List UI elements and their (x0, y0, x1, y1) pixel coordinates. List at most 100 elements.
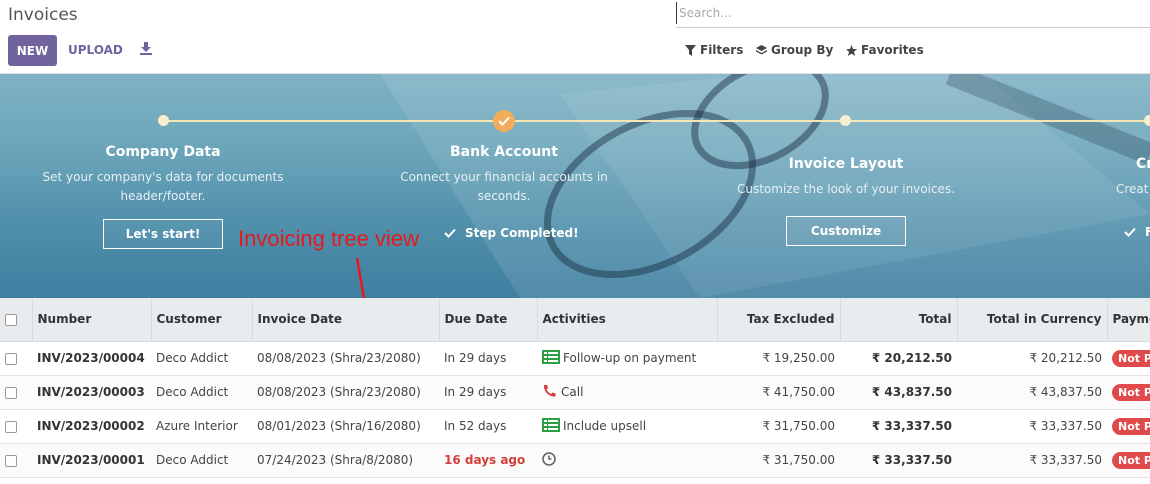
due-date: In 29 days (439, 375, 537, 410)
new-button[interactable]: NEW (8, 35, 57, 66)
tax-excluded-amount: ₹ 31,750.00 (717, 443, 840, 478)
payment-status-cell: Not Pa (1107, 443, 1150, 478)
due-date: 16 days ago (439, 443, 537, 478)
table-row[interactable]: INV/2023/00003 Deco Addict 08/08/2023 (Shr… (0, 375, 1150, 410)
upload-button[interactable]: UPLOAD (68, 43, 123, 57)
payment-status-cell: Not Pa (1107, 341, 1150, 376)
activity-cell[interactable] (537, 443, 717, 478)
layers-icon (756, 44, 767, 54)
payment-status-cell: Not Pa (1107, 375, 1150, 410)
step-completed-status: Step Completed! (444, 226, 579, 240)
step-title-bank-account: Bank Account (450, 144, 558, 160)
filters-label: Filters (700, 43, 744, 57)
invoice-date: 08/01/2023 (Shra/16/2080) (252, 409, 439, 444)
group-by-button[interactable]: Group By (756, 43, 833, 57)
row-checkbox-cell (0, 341, 32, 376)
step-dot-create (1144, 115, 1150, 126)
clock-icon[interactable] (542, 451, 558, 469)
payment-status-badge: Not Pa (1112, 383, 1150, 401)
filters-button[interactable]: Filters (685, 43, 743, 57)
tax-excluded-amount: ₹ 41,750.00 (717, 375, 840, 410)
star-icon (846, 44, 857, 56)
due-date: In 29 days (439, 341, 537, 376)
invoice-date: 08/08/2023 (Shra/23/2080) (252, 341, 439, 376)
row-checkbox[interactable] (5, 386, 17, 399)
step-create-status: F (1124, 225, 1150, 239)
customize-button[interactable]: Customize (786, 216, 906, 246)
payment-status-cell: Not Pa (1107, 409, 1150, 444)
step-title-invoice-layout: Invoice Layout (788, 156, 904, 172)
total-amount: ₹ 33,337.50 (840, 443, 957, 478)
row-checkbox[interactable] (5, 454, 17, 467)
progress-line (163, 120, 1150, 122)
search-input[interactable] (676, 2, 1136, 24)
phone-icon[interactable] (542, 384, 558, 401)
step-dot-company (158, 115, 169, 126)
select-all-checkbox[interactable] (5, 313, 17, 326)
select-all-header (0, 298, 33, 342)
page-title: Invoices (8, 5, 78, 25)
step-title-create: Cr (1136, 156, 1150, 172)
activity-cell[interactable]: Include upsell (537, 409, 717, 444)
column-header-invoice-date[interactable]: Invoice Date (252, 298, 440, 342)
activity-cell[interactable]: Call (537, 375, 717, 410)
column-header-customer[interactable]: Customer (151, 298, 253, 342)
total-in-currency-amount: ₹ 33,337.50 (957, 443, 1107, 478)
row-checkbox-cell (0, 409, 32, 444)
step-desc-company-data: Set your company's data for documents he… (42, 170, 284, 203)
invoice-number: INV/2023/00003 (32, 375, 151, 410)
table-header-row: Number Customer Invoice Date Due Date Ac… (0, 298, 1150, 342)
activity-label: Call (561, 385, 584, 399)
invoice-table: Number Customer Invoice Date Due Date Ac… (0, 298, 1150, 478)
column-header-number[interactable]: Number (32, 298, 152, 342)
row-checkbox[interactable] (5, 420, 17, 433)
payment-status-badge: Not Pa (1112, 349, 1150, 367)
favorites-label: Favorites (861, 43, 924, 57)
step-dot-layout (840, 115, 851, 126)
total-amount: ₹ 33,337.50 (840, 409, 957, 444)
column-header-activities[interactable]: Activities (537, 298, 718, 342)
step-completed-check-icon (493, 110, 515, 132)
column-header-payment[interactable]: Payme (1107, 298, 1150, 342)
column-header-due-date[interactable]: Due Date (439, 298, 538, 342)
table-row[interactable]: INV/2023/00001 Deco Addict 07/24/2023 (Shr… (0, 443, 1150, 478)
filter-icon (685, 44, 696, 56)
total-in-currency-amount: ₹ 20,212.50 (957, 341, 1107, 376)
payment-status-badge: Not Pa (1112, 417, 1150, 435)
annotation-label: Invoicing tree view (238, 226, 419, 251)
task-list-icon[interactable] (542, 417, 560, 435)
task-list-icon[interactable] (542, 349, 560, 367)
favorites-button[interactable]: Favorites (846, 43, 924, 57)
lets-start-button[interactable]: Let's start! (103, 219, 223, 249)
step-create-label: F (1145, 225, 1150, 239)
onboarding-banner: Company Data Set your company's data for… (0, 74, 1150, 298)
row-checkbox[interactable] (5, 352, 17, 365)
column-header-total[interactable]: Total (840, 298, 958, 342)
customer-name: Deco Addict (151, 341, 252, 376)
row-checkbox-cell (0, 443, 32, 478)
table-row[interactable]: INV/2023/00002 Azure Interior 08/01/2023 (… (0, 409, 1150, 444)
payment-status-badge: Not Pa (1112, 451, 1150, 469)
step-completed-label: Step Completed! (465, 226, 579, 240)
invoice-number: INV/2023/00004 (32, 341, 151, 376)
customer-name: Azure Interior (151, 409, 252, 444)
total-amount: ₹ 20,212.50 (840, 341, 957, 376)
invoice-number: INV/2023/00001 (32, 443, 151, 478)
customer-name: Deco Addict (151, 443, 252, 478)
invoice-date: 07/24/2023 (Shra/8/2080) (252, 443, 439, 478)
column-header-tax-excluded[interactable]: Tax Excluded (717, 298, 841, 342)
invoice-list: Number Customer Invoice Date Due Date Ac… (0, 298, 1150, 484)
total-in-currency-amount: ₹ 33,337.50 (957, 409, 1107, 444)
column-header-total-in-currency[interactable]: Total in Currency (957, 298, 1108, 342)
download-icon[interactable] (139, 41, 153, 55)
total-in-currency-amount: ₹ 43,837.50 (957, 375, 1107, 410)
total-amount: ₹ 43,837.50 (840, 375, 957, 410)
table-row[interactable]: INV/2023/00004 Deco Addict 08/08/2023 (Shr… (0, 341, 1150, 376)
activity-cell[interactable]: Follow-up on payment (537, 341, 717, 376)
checkmark-icon (1124, 227, 1136, 237)
step-desc-bank-account: Connect your financial accounts in secon… (400, 170, 608, 203)
invoice-date: 08/08/2023 (Shra/23/2080) (252, 375, 439, 410)
customer-name: Deco Addict (151, 375, 252, 410)
activity-label: Follow-up on payment (563, 351, 697, 365)
step-title-company-data: Company Data (105, 144, 221, 160)
